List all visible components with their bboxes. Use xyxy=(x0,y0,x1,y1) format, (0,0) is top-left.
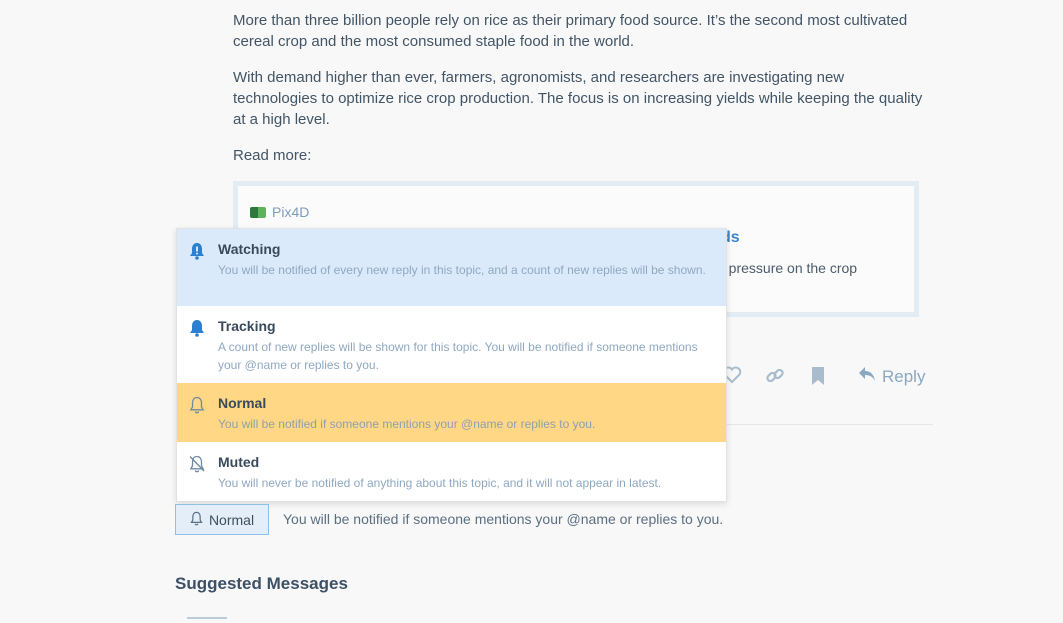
reply-arrow-icon xyxy=(858,366,876,387)
onebox-source[interactable]: Pix4D xyxy=(250,204,309,220)
post-paragraph: With demand higher than ever, farmers, a… xyxy=(233,69,923,128)
notification-level-description: You will be notified if someone mentions… xyxy=(283,511,724,527)
menu-item-description: You will be notified of every new reply … xyxy=(218,263,706,277)
menu-item-title: Normal xyxy=(218,395,267,411)
reply-button[interactable]: Reply xyxy=(858,366,925,387)
onebox-source-label: Pix4D xyxy=(272,204,310,220)
menu-item-title: Muted xyxy=(218,454,260,470)
bell-exclamation-icon xyxy=(189,242,205,260)
pix4d-logo-icon xyxy=(250,206,266,218)
menu-item-normal[interactable]: Normal You will be notified if someone m… xyxy=(177,383,726,442)
bell-slash-icon xyxy=(189,455,205,473)
menu-item-description: A count of new replies will be shown for… xyxy=(218,340,698,372)
menu-item-watching[interactable]: Watching You will be notified of every n… xyxy=(177,229,726,306)
suggested-messages-heading: Suggested Messages xyxy=(175,574,348,593)
bookmark-icon[interactable] xyxy=(810,366,826,390)
menu-item-tracking[interactable]: Tracking A count of new replies will be … xyxy=(177,306,726,383)
reply-label: Reply xyxy=(882,366,926,386)
bell-outline-icon xyxy=(189,396,205,414)
notification-level-label: Normal xyxy=(208,511,255,528)
menu-item-description: You will never be notified of anything a… xyxy=(218,476,662,490)
menu-item-title: Tracking xyxy=(218,318,276,334)
menu-item-title: Watching xyxy=(218,241,281,257)
menu-item-muted[interactable]: Muted You will never be notified of anyt… xyxy=(177,442,726,501)
post-body: More than three billion people rely on r… xyxy=(233,10,923,181)
onebox-description: ith pressure on the crop xyxy=(710,260,858,276)
suggested-list-peek xyxy=(187,617,227,622)
link-icon[interactable] xyxy=(765,366,785,390)
post-paragraph: Read more: xyxy=(233,147,312,164)
menu-item-description: You will be notified if someone mentions… xyxy=(218,417,596,431)
post-paragraph: More than three billion people rely on r… xyxy=(233,12,908,50)
notification-menu: Watching You will be notified of every n… xyxy=(176,228,727,502)
bell-icon xyxy=(189,319,205,337)
notification-level-button[interactable]: Normal xyxy=(175,504,269,535)
bell-outline-icon xyxy=(190,511,203,529)
